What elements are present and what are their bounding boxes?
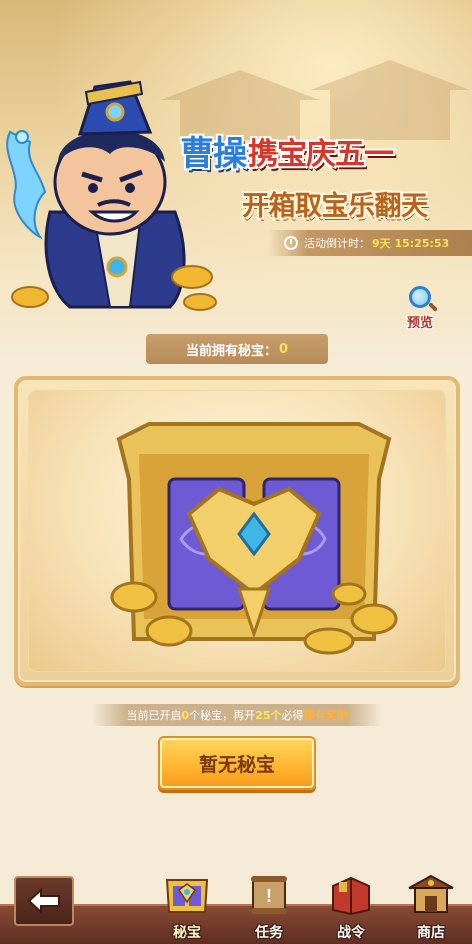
no-treasure-button[interactable]: 暂无秘宝 — [158, 736, 316, 790]
clock-icon — [284, 236, 298, 250]
owned-count: 0 — [278, 341, 289, 357]
preview-button[interactable]: 预览 — [400, 286, 440, 332]
bottom-nav: 秘宝 ! 任务 战令 商店 — [0, 868, 472, 944]
scroll-icon: ! — [251, 876, 287, 914]
tab-tasks[interactable]: ! 任务 — [234, 872, 304, 944]
tab-tasks-label: 任务 — [255, 925, 283, 941]
back-button[interactable] — [14, 876, 74, 926]
shop-icon — [408, 874, 454, 913]
magnifier-icon — [409, 286, 431, 308]
tab-shop[interactable]: 商店 — [396, 872, 466, 944]
countdown-label: 活动倒计时： — [304, 237, 370, 250]
reward-hint: 当前已开启 0 个秘宝，再开 25个 必得 稀有奖励 — [92, 704, 382, 726]
book-icon — [332, 876, 370, 916]
hint-rare-reward: 稀有奖励 — [303, 709, 348, 722]
tab-shop-label: 商店 — [417, 925, 445, 941]
back-arrow-icon — [27, 888, 60, 914]
hint-part1: 当前已开启 — [126, 709, 182, 722]
event-banner: 曹操 携宝庆五一 开箱取宝乐翻天 活动倒计时： 9天 15:25:53 预览 — [0, 0, 472, 332]
countdown-value: 9天 15:25:53 — [372, 237, 450, 250]
hint-remaining-count: 25个 — [255, 709, 282, 722]
hint-opened-count: 0 — [181, 708, 190, 722]
treasure-chest-panel-inner — [28, 390, 446, 672]
event-title-rest: 携宝庆五一 — [248, 136, 394, 172]
event-title-name: 曹操 — [180, 134, 247, 174]
treasure-chest-panel — [14, 376, 460, 686]
hint-part2: 个秘宝，再开 — [189, 709, 256, 722]
owned-label: 当前拥有秘宝： — [185, 343, 277, 359]
tab-battle-pass-label: 战令 — [337, 925, 365, 941]
event-screen: 曹操 携宝庆五一 开箱取宝乐翻天 活动倒计时： 9天 15:25:53 预览 当… — [0, 0, 472, 944]
hint-part3: 必得 — [281, 709, 304, 722]
treasure-chest-icon[interactable] — [109, 419, 399, 669]
owned-treasure-counter: 当前拥有秘宝： 0 — [146, 334, 328, 364]
preview-label: 预览 — [406, 316, 433, 331]
tab-treasure[interactable]: 秘宝 — [152, 872, 222, 944]
event-title: 曹操 携宝庆五一 — [180, 126, 394, 175]
svg-text:!: ! — [266, 886, 272, 906]
tab-battle-pass[interactable]: 战令 — [316, 872, 386, 944]
chest-icon — [165, 879, 209, 913]
cao-cao-character-illustration — [6, 80, 217, 311]
tab-treasure-label: 秘宝 — [173, 925, 201, 941]
event-countdown: 活动倒计时： 9天 15:25:53 — [268, 230, 472, 256]
event-subtitle: 开箱取宝乐翻天 — [242, 191, 428, 222]
